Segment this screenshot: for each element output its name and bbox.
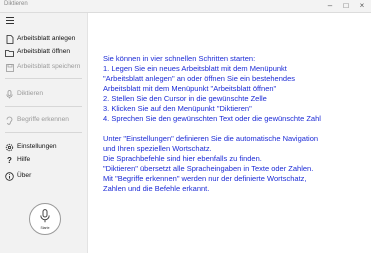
sidebar-item-open-sheet[interactable]: Arbeitsblatt öffnen: [0, 46, 87, 58]
window-title: Diktieren: [4, 1, 28, 7]
start-dictation-label: Starte: [40, 226, 50, 230]
instruction-line: Unter "Einstellungen" definieren Sie die…: [103, 134, 319, 143]
sidebar-item-dictate[interactable]: Diktieren: [0, 88, 87, 100]
hamburger-menu-icon[interactable]: [6, 17, 14, 24]
info-icon: [5, 172, 14, 181]
maximize-icon[interactable]: □: [338, 0, 354, 12]
sidebar-item-label: Einstellungen: [17, 143, 57, 150]
sidebar-item-help[interactable]: ? Hilfe: [0, 154, 87, 166]
microphone-icon: [5, 90, 14, 99]
instruction-line: 4. Sprechen Sie den gewünschten Text ode…: [103, 114, 321, 123]
sidebar-item-label: Hilfe: [17, 156, 31, 163]
sidebar-item-label: Arbeitsblatt speichern: [17, 63, 81, 70]
sidebar-divider: [5, 132, 82, 133]
sidebar-item-label: Über: [17, 172, 32, 179]
gear-icon: [5, 143, 14, 152]
instruction-line: Sie können in vier schnellen Schritten s…: [103, 54, 256, 63]
sidebar-item-settings[interactable]: Einstellungen: [0, 141, 87, 153]
instructions-text: Sie können in vier schnellen Schritten s…: [103, 54, 365, 194]
save-icon: [5, 63, 14, 72]
sidebar-item-about[interactable]: Über: [0, 170, 87, 182]
sidebar-item-recognize-terms[interactable]: Begriffe erkennen: [0, 114, 87, 126]
sidebar-item-save-sheet[interactable]: Arbeitsblatt speichern: [0, 61, 87, 73]
instruction-line: "Arbeitsblatt anlegen" an oder öffnen Si…: [103, 74, 295, 83]
start-dictation-button[interactable]: Starte: [29, 203, 61, 235]
instruction-line: und Ihren speziellen Wortschatz.: [103, 144, 212, 153]
instruction-line: 3. Klicken Sie auf den Menüpunkt "Diktie…: [103, 104, 252, 113]
instruction-line: Mit "Begriffe erkennen" werden nur der d…: [103, 174, 307, 183]
ear-icon: [5, 116, 14, 125]
minimize-icon[interactable]: –: [322, 0, 338, 12]
sidebar: Arbeitsblatt anlegen Arbeitsblatt öffnen…: [0, 13, 88, 253]
document-icon: [5, 35, 14, 44]
sidebar-divider: [5, 78, 82, 79]
instruction-line: Arbeitsblatt mit dem Menüpunkt "Arbeitsb…: [103, 84, 277, 93]
title-bar: Diktieren – □ ×: [0, 0, 371, 13]
instruction-line: Zahlen und die Befehle erkannt.: [103, 184, 210, 193]
question-icon: ?: [7, 155, 12, 165]
close-icon[interactable]: ×: [354, 0, 370, 12]
folder-open-icon: [5, 48, 14, 57]
instruction-line: 1. Legen Sie ein neues Arbeitsblatt mit …: [103, 64, 287, 73]
sidebar-item-label: Arbeitsblatt anlegen: [17, 35, 76, 42]
sidebar-divider: [5, 106, 82, 107]
instruction-line: 2. Stellen Sie den Cursor in die gewünsc…: [103, 94, 267, 103]
sidebar-item-label: Diktieren: [17, 90, 44, 97]
sidebar-item-new-sheet[interactable]: Arbeitsblatt anlegen: [0, 33, 87, 45]
instruction-line: "Diktieren" übersetzt alle Spracheingabe…: [103, 164, 314, 173]
instruction-line: Die Sprachbefehle sind hier ebenfalls zu…: [103, 154, 262, 163]
sidebar-item-label: Arbeitsblatt öffnen: [17, 48, 71, 55]
sidebar-item-label: Begriffe erkennen: [17, 116, 69, 123]
